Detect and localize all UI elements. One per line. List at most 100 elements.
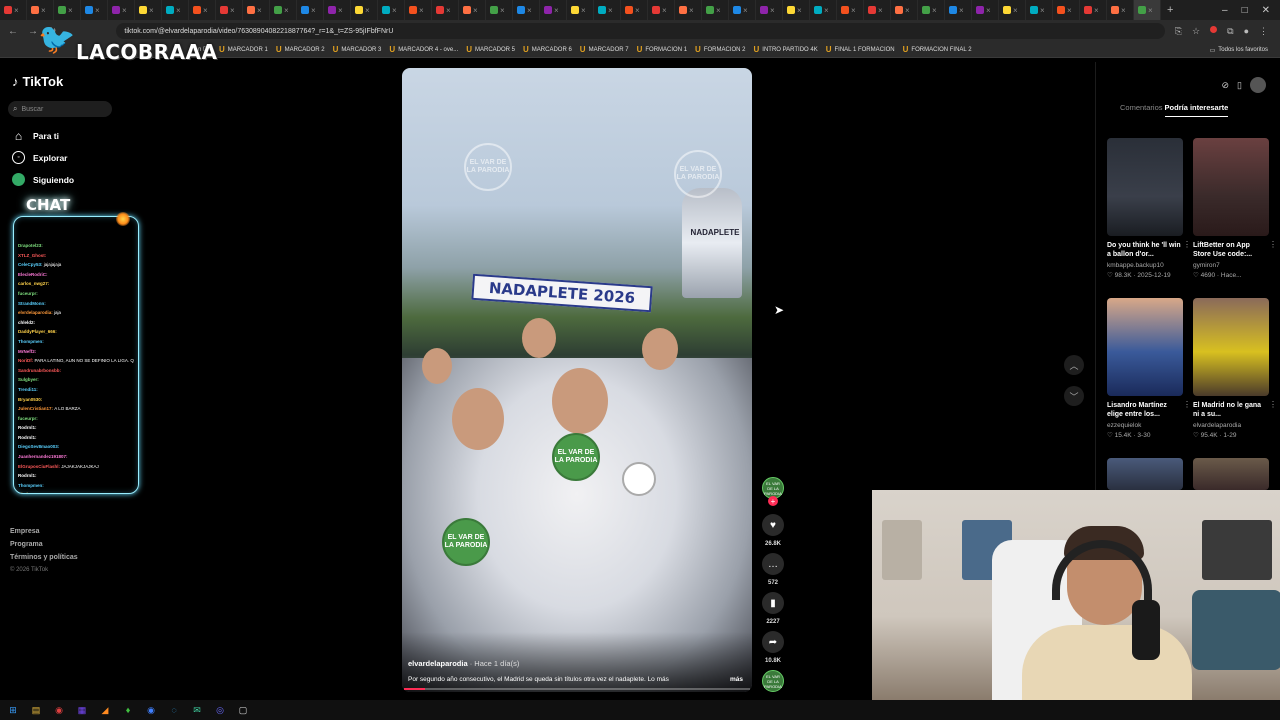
browser-tab[interactable]: × [999,0,1026,20]
video-thumbnail[interactable] [1107,138,1183,236]
browser-tab[interactable]: × [1134,0,1161,20]
video-thumbnail[interactable] [1107,298,1183,396]
browser-tab[interactable]: × [648,0,675,20]
tab-close-icon[interactable]: × [635,6,640,15]
game-icon[interactable]: ♦ [121,703,135,717]
video-thumbnail[interactable] [1193,138,1269,236]
bookmark-item[interactable]: U FORMACION 2 [695,45,745,54]
browser-tab[interactable]: × [405,0,432,20]
chrome-icon[interactable]: ◉ [52,703,66,717]
tab-close-icon[interactable]: × [392,6,397,15]
browser-tab[interactable]: × [918,0,945,20]
bookmark-item[interactable]: U MARCADOR 3 [333,45,382,54]
forward-icon[interactable]: → [28,26,38,37]
back-icon[interactable]: ← [8,26,18,37]
browser-tab[interactable]: × [216,0,243,20]
tab-close-icon[interactable]: × [797,6,802,15]
browser-tab[interactable]: × [864,0,891,20]
tab-comentarios[interactable]: Comentarios [1120,103,1163,117]
video-thumbnail[interactable] [1193,458,1269,490]
url-field[interactable]: tiktok.com/@elvardelaparodia/video/76308… [116,23,1165,39]
tab-close-icon[interactable]: × [1067,6,1072,15]
more-icon[interactable]: ⋮ [1269,400,1277,409]
tab-close-icon[interactable]: × [1094,6,1099,15]
more-icon[interactable]: ⋮ [1269,240,1277,249]
tab-close-icon[interactable]: × [176,6,181,15]
card-account[interactable]: ezzequielok [1107,422,1183,429]
minimize-button[interactable]: – [1222,5,1228,16]
browser-tab[interactable]: × [810,0,837,20]
suggested-video-card[interactable]: El Madrid no le gana ni a su... elvardel… [1193,298,1277,439]
obs-icon[interactable]: ◢ [98,703,112,717]
suggested-video-card[interactable]: LiftBetter on App Store Use code:... gym… [1193,138,1277,279]
apps-icon[interactable]: ▦ [75,703,89,717]
browser-tab[interactable]: × [243,0,270,20]
browser-tab[interactable]: × [783,0,810,20]
tab-close-icon[interactable]: × [1013,6,1018,15]
tab-close-icon[interactable]: × [1040,6,1045,15]
video-author[interactable]: elvardelaparodia · Hace 1 día(s) [408,659,519,668]
tab-close-icon[interactable]: × [230,6,235,15]
save-button[interactable]: ▮ [762,592,784,614]
browser-tab[interactable]: × [1107,0,1134,20]
tab-close-icon[interactable]: × [662,6,667,15]
browser-tab[interactable]: × [108,0,135,20]
windows-icon[interactable]: ⊞ [6,703,20,717]
browser-tab[interactable]: × [378,0,405,20]
tab-close-icon[interactable]: × [311,6,316,15]
bookmark-item[interactable]: U MARCADOR 4 - ove... [389,45,458,54]
record-icon[interactable] [1210,25,1218,33]
tab-close-icon[interactable]: × [716,6,721,15]
more-icon[interactable]: ⋮ [1183,240,1191,249]
new-tab-button[interactable]: + [1161,4,1179,16]
card-account[interactable]: gymiron7 [1193,262,1269,269]
bookmark-item[interactable]: U MARCADOR 7 [580,45,629,54]
bookmark-item[interactable]: U FINAL 1 FORMACION [826,45,895,54]
browser-tab[interactable]: × [270,0,297,20]
tab-close-icon[interactable]: × [122,6,127,15]
discord-icon[interactable]: ◎ [213,703,227,717]
scroll-up-button[interactable]: ︿ [1064,355,1084,375]
sound-avatar[interactable]: EL VAR DE LA PARODIA [762,670,784,692]
tab-close-icon[interactable]: × [1121,6,1126,15]
tab-close-icon[interactable]: × [689,6,694,15]
video-player[interactable]: NADAPLETE 2026 NADAPLETE EL VAR DE LA PA… [402,68,752,692]
browser-tab[interactable]: × [1026,0,1053,20]
tab-close-icon[interactable]: × [527,6,532,15]
suggested-video-card[interactable]: Do you think he 'll win a ballon d'or...… [1107,138,1191,279]
browser-tab[interactable]: × [837,0,864,20]
bookmark-item[interactable]: U MARCADOR 5 [466,45,515,54]
browser-tab[interactable]: × [459,0,486,20]
tab-close-icon[interactable]: × [1148,6,1153,15]
tab-close-icon[interactable]: × [473,6,478,15]
extensions-icon[interactable]: ⧉ [1227,26,1233,37]
tab-close-icon[interactable]: × [959,6,964,15]
tab-close-icon[interactable]: × [581,6,586,15]
tab-close-icon[interactable]: × [14,6,19,15]
tab-close-icon[interactable]: × [257,6,262,15]
tab-close-icon[interactable]: × [203,6,208,15]
browser-tab[interactable]: × [0,0,27,20]
maximize-button[interactable]: □ [1242,5,1248,16]
tab-close-icon[interactable]: × [284,6,289,15]
menu-icon[interactable]: ⋮ [1259,26,1268,37]
browser-tab[interactable]: × [297,0,324,20]
browser-tab[interactable]: × [594,0,621,20]
card-account[interactable]: kmbappe.backup10 [1107,262,1183,269]
user-avatar[interactable] [1250,77,1266,93]
share-button[interactable]: ➦ [762,631,784,653]
tab-close-icon[interactable]: × [770,6,775,15]
video-progress[interactable] [404,688,750,690]
browser-tab[interactable]: × [702,0,729,20]
profile-icon[interactable]: ● [1244,26,1249,37]
tab-close-icon[interactable]: × [986,6,991,15]
suggested-video-card[interactable]: Lisandro Martínez elige entre los... ezz… [1107,298,1191,439]
nav-explorar[interactable]: ◦ Explorar [12,151,68,164]
tab-close-icon[interactable]: × [905,6,910,15]
card-account[interactable]: elvardelaparodia [1193,422,1269,429]
tab-close-icon[interactable]: × [554,6,559,15]
tiktok-logo[interactable]: ♪ TikTok [12,74,63,89]
tab-close-icon[interactable]: × [743,6,748,15]
tab-close-icon[interactable]: × [338,6,343,15]
tab-close-icon[interactable]: × [41,6,46,15]
